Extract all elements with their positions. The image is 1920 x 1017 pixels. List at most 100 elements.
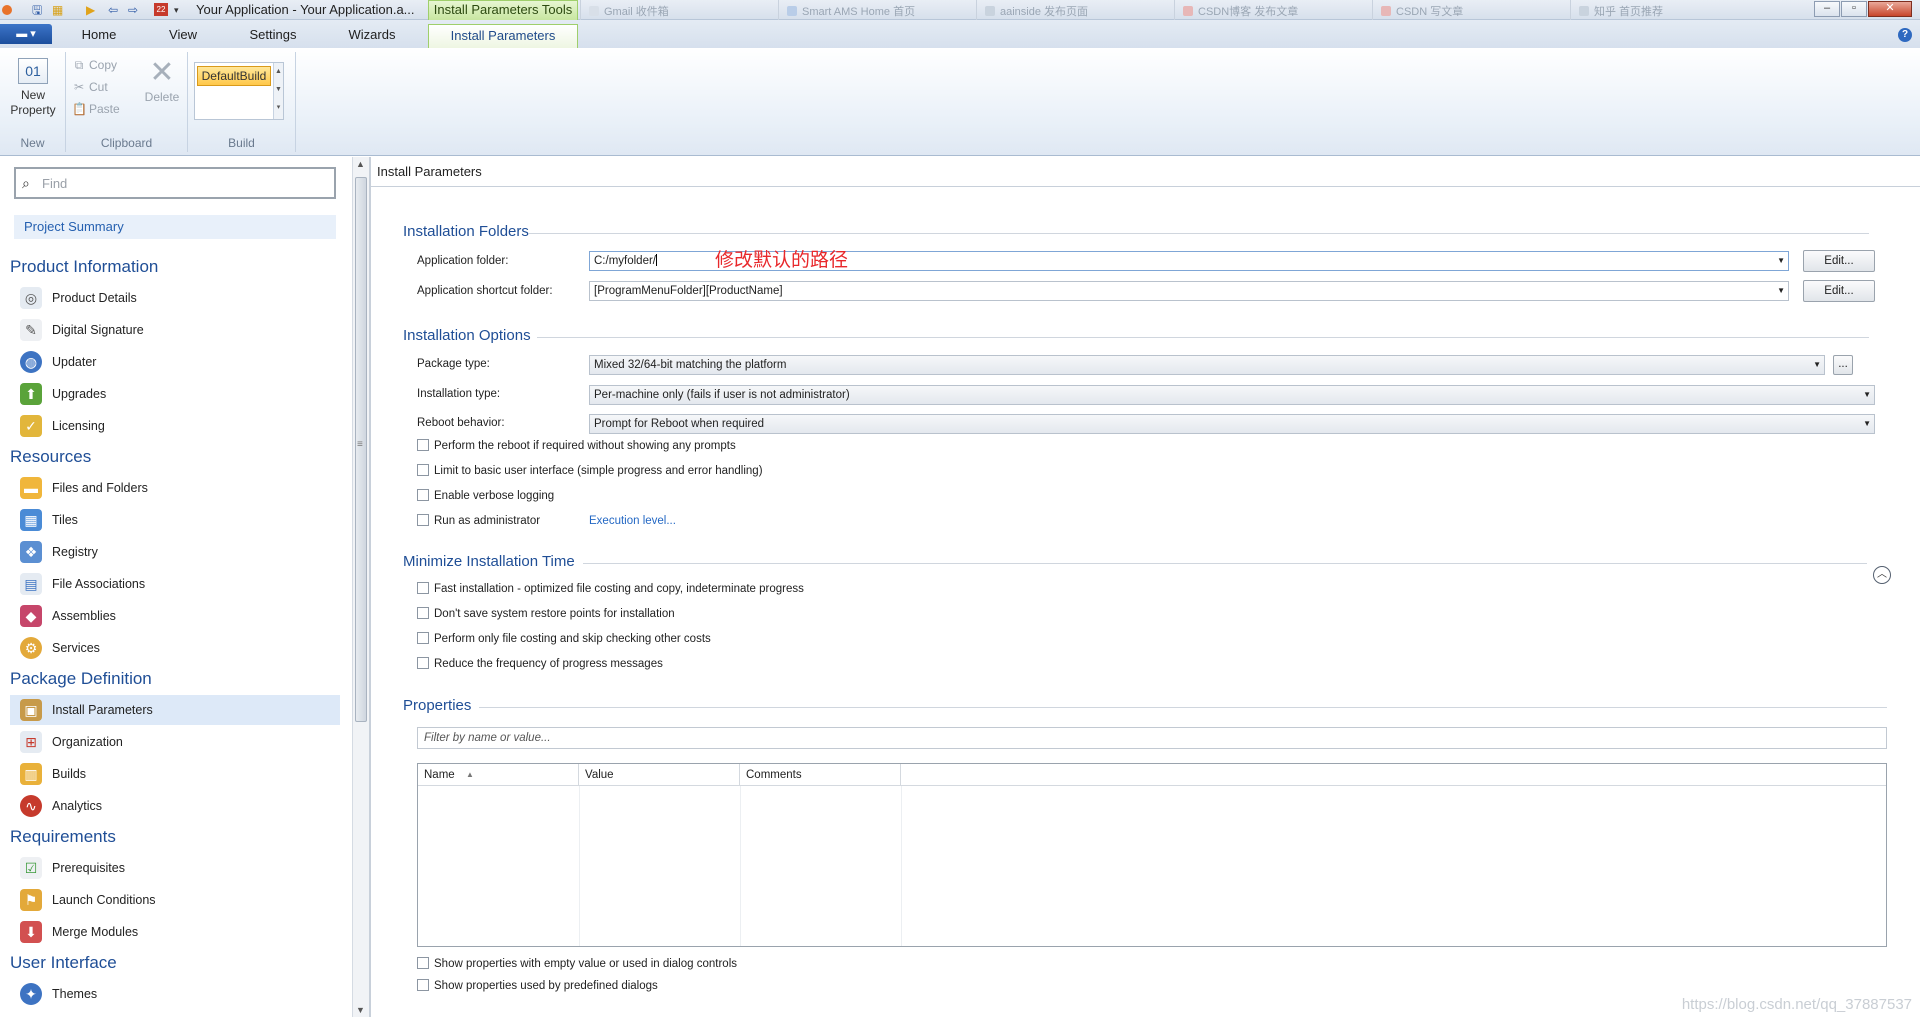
ribbon-tab-bar: ▬ ▾ Home View Settings Wizards Install P… [0, 20, 1920, 48]
browser-tab[interactable]: aainside 发布页面 [976, 0, 1174, 20]
run-as-admin-checkbox[interactable]: Run as administrator [417, 514, 540, 527]
favicon-icon [787, 6, 797, 16]
qa-dropdown-icon[interactable]: ▾ [174, 2, 179, 18]
tiles-icon: ▦ [20, 509, 42, 531]
chevron-down-icon[interactable]: ▼ [1777, 252, 1785, 270]
sidebar-item-registry[interactable]: ❖ Registry [10, 537, 340, 567]
collapse-section-button[interactable]: ︿ [1873, 566, 1891, 584]
chevron-down-icon[interactable]: ▼ [1863, 386, 1871, 404]
license-icon: ✓ [20, 415, 42, 437]
chevron-down-icon[interactable]: ▼ [1863, 415, 1871, 433]
save-icon[interactable]: 🖫 [32, 2, 42, 18]
shortcut-folder-input[interactable]: [ProgramMenuFolder][ProductName] ▼ [589, 281, 1789, 301]
sidebar-item-upgrades[interactable]: ⬆ Upgrades [10, 379, 340, 409]
properties-table: Name ▲ Value Comments [417, 763, 1887, 947]
sidebar-item-licensing[interactable]: ✓ Licensing [10, 411, 340, 441]
sidebar-item-install-parameters[interactable]: ▣ Install Parameters [10, 695, 340, 725]
project-summary-link[interactable]: Project Summary [14, 215, 336, 239]
sidebar-item-updater[interactable]: ◍ Updater [10, 347, 340, 377]
sidebar-item-product-details[interactable]: ◎ Product Details [10, 283, 340, 313]
cut-button[interactable]: ✂ Cut [72, 80, 108, 94]
divider [529, 233, 1869, 234]
sidebar-item-launch-conditions[interactable]: ⚑ Launch Conditions [10, 885, 340, 915]
sidebar-item-tiles[interactable]: ▦ Tiles [10, 505, 340, 535]
copy-button[interactable]: ⧉ Copy [72, 58, 117, 73]
maximize-button[interactable]: ▫ [1841, 1, 1867, 17]
sidebar-item-merge-modules[interactable]: ⬇ Merge Modules [10, 917, 340, 947]
find-input[interactable]: ⌕ Find [14, 167, 336, 199]
show-empty-properties-checkbox[interactable]: Show properties with empty value or used… [417, 957, 737, 970]
paste-button[interactable]: 📋 Paste [72, 102, 120, 116]
favicon-icon [1579, 6, 1589, 16]
build-icon[interactable]: ▦ [52, 2, 63, 18]
file-association-icon: ▤ [20, 573, 42, 595]
sidebar-item-digital-signature[interactable]: ✎ Digital Signature [10, 315, 340, 345]
browser-tab[interactable]: CSDN 写文章 [1372, 0, 1570, 20]
package-type-more-button[interactable]: ... [1833, 355, 1853, 375]
build-gallery-scroll[interactable]: ▲ ▼ ▾ [273, 63, 283, 119]
cd-icon: ◎ [20, 287, 42, 309]
edit-app-folder-button[interactable]: Edit... [1803, 250, 1875, 272]
properties-filter-input[interactable]: Filter by name or value... [417, 727, 1887, 749]
tab-install-parameters[interactable]: Install Parameters [428, 24, 578, 48]
sidebar-item-organization[interactable]: ⊞ Organization [10, 727, 340, 757]
help-icon[interactable]: ? [1898, 28, 1912, 42]
delete-button[interactable]: ✕ Delete [140, 56, 184, 104]
sidebar-item-themes[interactable]: ✦ Themes [10, 979, 340, 1009]
edit-shortcut-folder-button[interactable]: Edit... [1803, 280, 1875, 302]
column-header-name[interactable]: Name ▲ [418, 764, 579, 786]
sidebar-item-builds[interactable]: ▥ Builds [10, 759, 340, 789]
browser-tab[interactable]: Smart AMS Home 首页 [778, 0, 976, 20]
tab-home[interactable]: Home [66, 24, 132, 48]
minimize-button[interactable]: – [1814, 1, 1840, 17]
reboot-behavior-select[interactable]: Prompt for Reboot when required ▼ [589, 414, 1875, 434]
browser-tab[interactable]: CSDN博客 发布文章 [1174, 0, 1372, 20]
sidebar-item-services[interactable]: ⚙ Services [10, 633, 340, 663]
fast-installation-checkbox[interactable]: Fast installation - optimized file costi… [417, 582, 804, 595]
sidebar-item-file-associations[interactable]: ▤ File Associations [10, 569, 340, 599]
browser-tab[interactable]: 知乎 首页推荐 [1570, 0, 1768, 20]
sidebar-scrollbar[interactable]: ▲ ≡ ▼ [352, 157, 370, 1017]
column-header-value[interactable]: Value [579, 764, 740, 786]
installation-type-select[interactable]: Per-machine only (fails if user is not a… [589, 385, 1875, 405]
application-menu-button[interactable]: ▬ ▾ [0, 24, 52, 44]
build-item-default[interactable]: DefaultBuild [197, 66, 271, 86]
calendar-icon[interactable]: 22 [154, 3, 168, 16]
file-costing-only-checkbox[interactable]: Perform only file costing and skip check… [417, 632, 711, 645]
sidebar-item-analytics[interactable]: ∿ Analytics [10, 791, 340, 821]
scroll-up-icon[interactable]: ▲ [356, 159, 365, 169]
redo-icon[interactable]: ⇨ [128, 2, 138, 18]
sidebar-item-assemblies[interactable]: ◆ Assemblies [10, 601, 340, 631]
no-restore-points-checkbox[interactable]: Don't save system restore points for ins… [417, 607, 675, 620]
verbose-logging-checkbox[interactable]: Enable verbose logging [417, 489, 554, 502]
undo-icon[interactable]: ⇦ [108, 2, 118, 18]
analytics-icon: ∿ [20, 795, 42, 817]
group-label-new: New [20, 136, 45, 150]
tab-settings[interactable]: Settings [234, 24, 312, 48]
section-resources: Resources [10, 447, 92, 466]
run-icon[interactable]: ▶ [86, 2, 95, 18]
tab-view[interactable]: View [150, 24, 216, 48]
reduce-progress-messages-checkbox[interactable]: Reduce the frequency of progress message… [417, 657, 663, 670]
close-button[interactable]: ✕ [1868, 1, 1912, 17]
tab-wizards[interactable]: Wizards [332, 24, 412, 48]
build-gallery[interactable]: DefaultBuild ▲ ▼ ▾ [194, 62, 284, 120]
reboot-without-prompt-checkbox[interactable]: Perform the reboot if required without s… [417, 439, 736, 452]
show-predefined-dialog-properties-checkbox[interactable]: Show properties used by predefined dialo… [417, 979, 658, 992]
chevron-down-icon[interactable]: ▼ [1777, 282, 1785, 300]
chevron-down-icon[interactable]: ▼ [1813, 356, 1821, 374]
browser-tab[interactable]: Gmail 收件箱 [580, 0, 778, 20]
group-label-build: Build [228, 136, 255, 150]
scroll-down-icon[interactable]: ▼ [356, 1005, 365, 1015]
properties-title: Properties [403, 697, 472, 714]
sidebar-item-prerequisites[interactable]: ☑ Prerequisites [10, 853, 340, 883]
new-property-button[interactable]: 01 New Property [6, 58, 60, 118]
package-type-select[interactable]: Mixed 32/64-bit matching the platform ▼ [589, 355, 1825, 375]
title-bar: 🖫 ▦ ▶ ⇦ ⇨ 22 ▾ Your Application - Your A… [0, 0, 1920, 20]
basic-ui-checkbox[interactable]: Limit to basic user interface (simple pr… [417, 464, 763, 477]
grip-icon: ≡ [357, 439, 363, 450]
execution-level-link[interactable]: Execution level... [589, 515, 676, 527]
sidebar-item-files-and-folders[interactable]: ▬ Files and Folders [10, 473, 340, 503]
assemblies-icon: ◆ [20, 605, 42, 627]
column-header-comments[interactable]: Comments [740, 764, 901, 786]
